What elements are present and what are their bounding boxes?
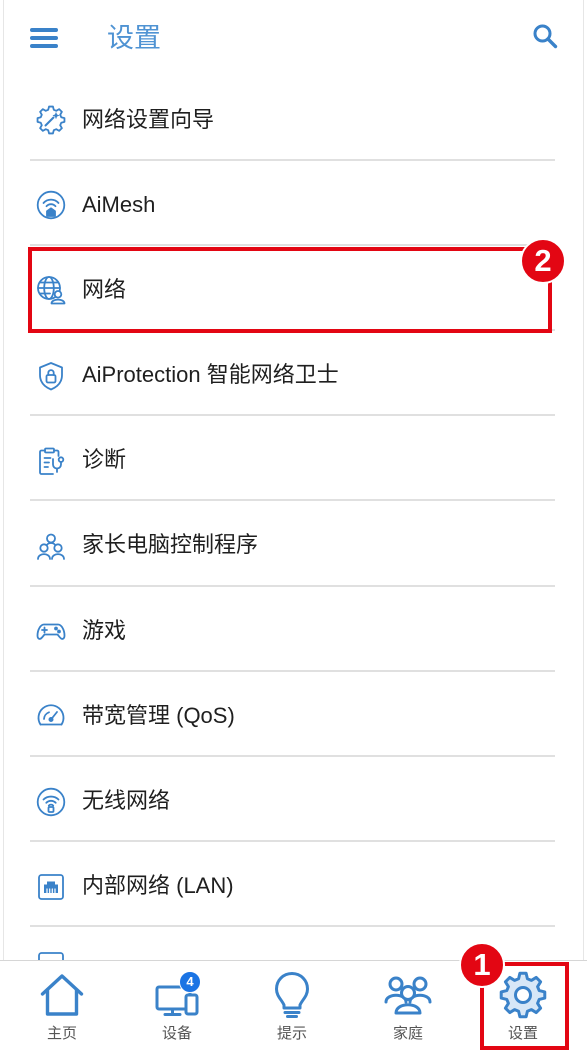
nav-label: 家庭	[392, 1025, 423, 1042]
menu-item-label: 游戏	[82, 617, 127, 643]
nav-label: 设备	[161, 1025, 192, 1042]
menu-item-label: 家长电脑控制程序	[82, 532, 259, 558]
menu-item-aiprotection[interactable]: AiProtection 智能网络卫士	[30, 331, 555, 417]
diagnosis-icon	[39, 447, 65, 475]
menu-item-aimesh[interactable]: AiMesh	[30, 161, 555, 246]
shield-lock-icon	[39, 361, 63, 390]
menu-item-label: 诊断	[82, 447, 127, 473]
frame-border-right	[583, 0, 584, 1057]
menu-icon-bar	[30, 36, 58, 40]
menu-icon-bar	[30, 28, 58, 32]
gamepad-icon	[36, 623, 66, 640]
network-globe-icon	[37, 276, 66, 305]
annotation-marker-2: 2	[520, 238, 566, 284]
nav-label: 主页	[46, 1025, 77, 1042]
menu-item-label: AiMesh	[82, 191, 156, 217]
settings-list: 网络设置向导 AiMesh 网络 AiProtection 智能网络卫士 诊断 …	[30, 76, 555, 1013]
annotation-marker-1: 1	[459, 942, 505, 988]
nav-tab-tips[interactable]: 提示	[242, 961, 342, 1057]
lightbulb-icon	[275, 972, 309, 1018]
menu-item-label: 网络	[82, 276, 127, 302]
aimesh-icon	[36, 190, 66, 220]
menu-item-game[interactable]: 游戏	[30, 587, 555, 672]
nav-label: 设置	[507, 1025, 538, 1042]
menu-item-label: 网络设置向导	[82, 106, 215, 132]
menu-item-diagnosis[interactable]: 诊断	[30, 416, 555, 502]
device-count-badge: 4	[179, 971, 201, 993]
menu-item-parental-control[interactable]: 家长电脑控制程序	[30, 501, 555, 587]
setup-wizard-icon	[36, 105, 66, 135]
page-title: 设置	[107, 23, 161, 53]
menu-item-qos[interactable]: 带宽管理 (QoS)	[30, 672, 555, 757]
parental-control-icon	[37, 533, 65, 560]
family-icon	[384, 976, 432, 1015]
menu-icon-bar	[30, 44, 58, 48]
nav-tab-home[interactable]: 主页	[12, 961, 112, 1057]
menu-item-label: AiProtection 智能网络卫士	[82, 362, 339, 388]
nav-tab-family[interactable]: 家庭	[358, 961, 458, 1057]
speedometer-icon	[37, 704, 65, 726]
menu-item-label: 无线网络	[82, 788, 171, 813]
menu-item-network[interactable]: 网络	[30, 246, 555, 332]
menu-item-label: 内部网络 (LAN)	[82, 873, 234, 899]
nav-tab-devices[interactable]: 4 设备	[127, 961, 227, 1057]
frame-border-left	[3, 0, 4, 1057]
nav-label: 提示	[276, 1025, 307, 1042]
menu-item-label: 带宽管理 (QoS)	[82, 702, 235, 728]
gear-icon	[499, 971, 547, 1019]
menu-icon[interactable]	[28, 27, 60, 49]
menu-item-lan[interactable]: 内部网络 (LAN)	[30, 842, 555, 928]
home-icon	[40, 974, 84, 1016]
menu-item-setup-wizard[interactable]: 网络设置向导	[30, 76, 555, 161]
lan-port-icon	[38, 873, 64, 900]
search-icon[interactable]	[532, 23, 558, 49]
menu-item-wireless[interactable]: 无线网络	[30, 757, 555, 843]
wireless-icon	[36, 787, 66, 816]
